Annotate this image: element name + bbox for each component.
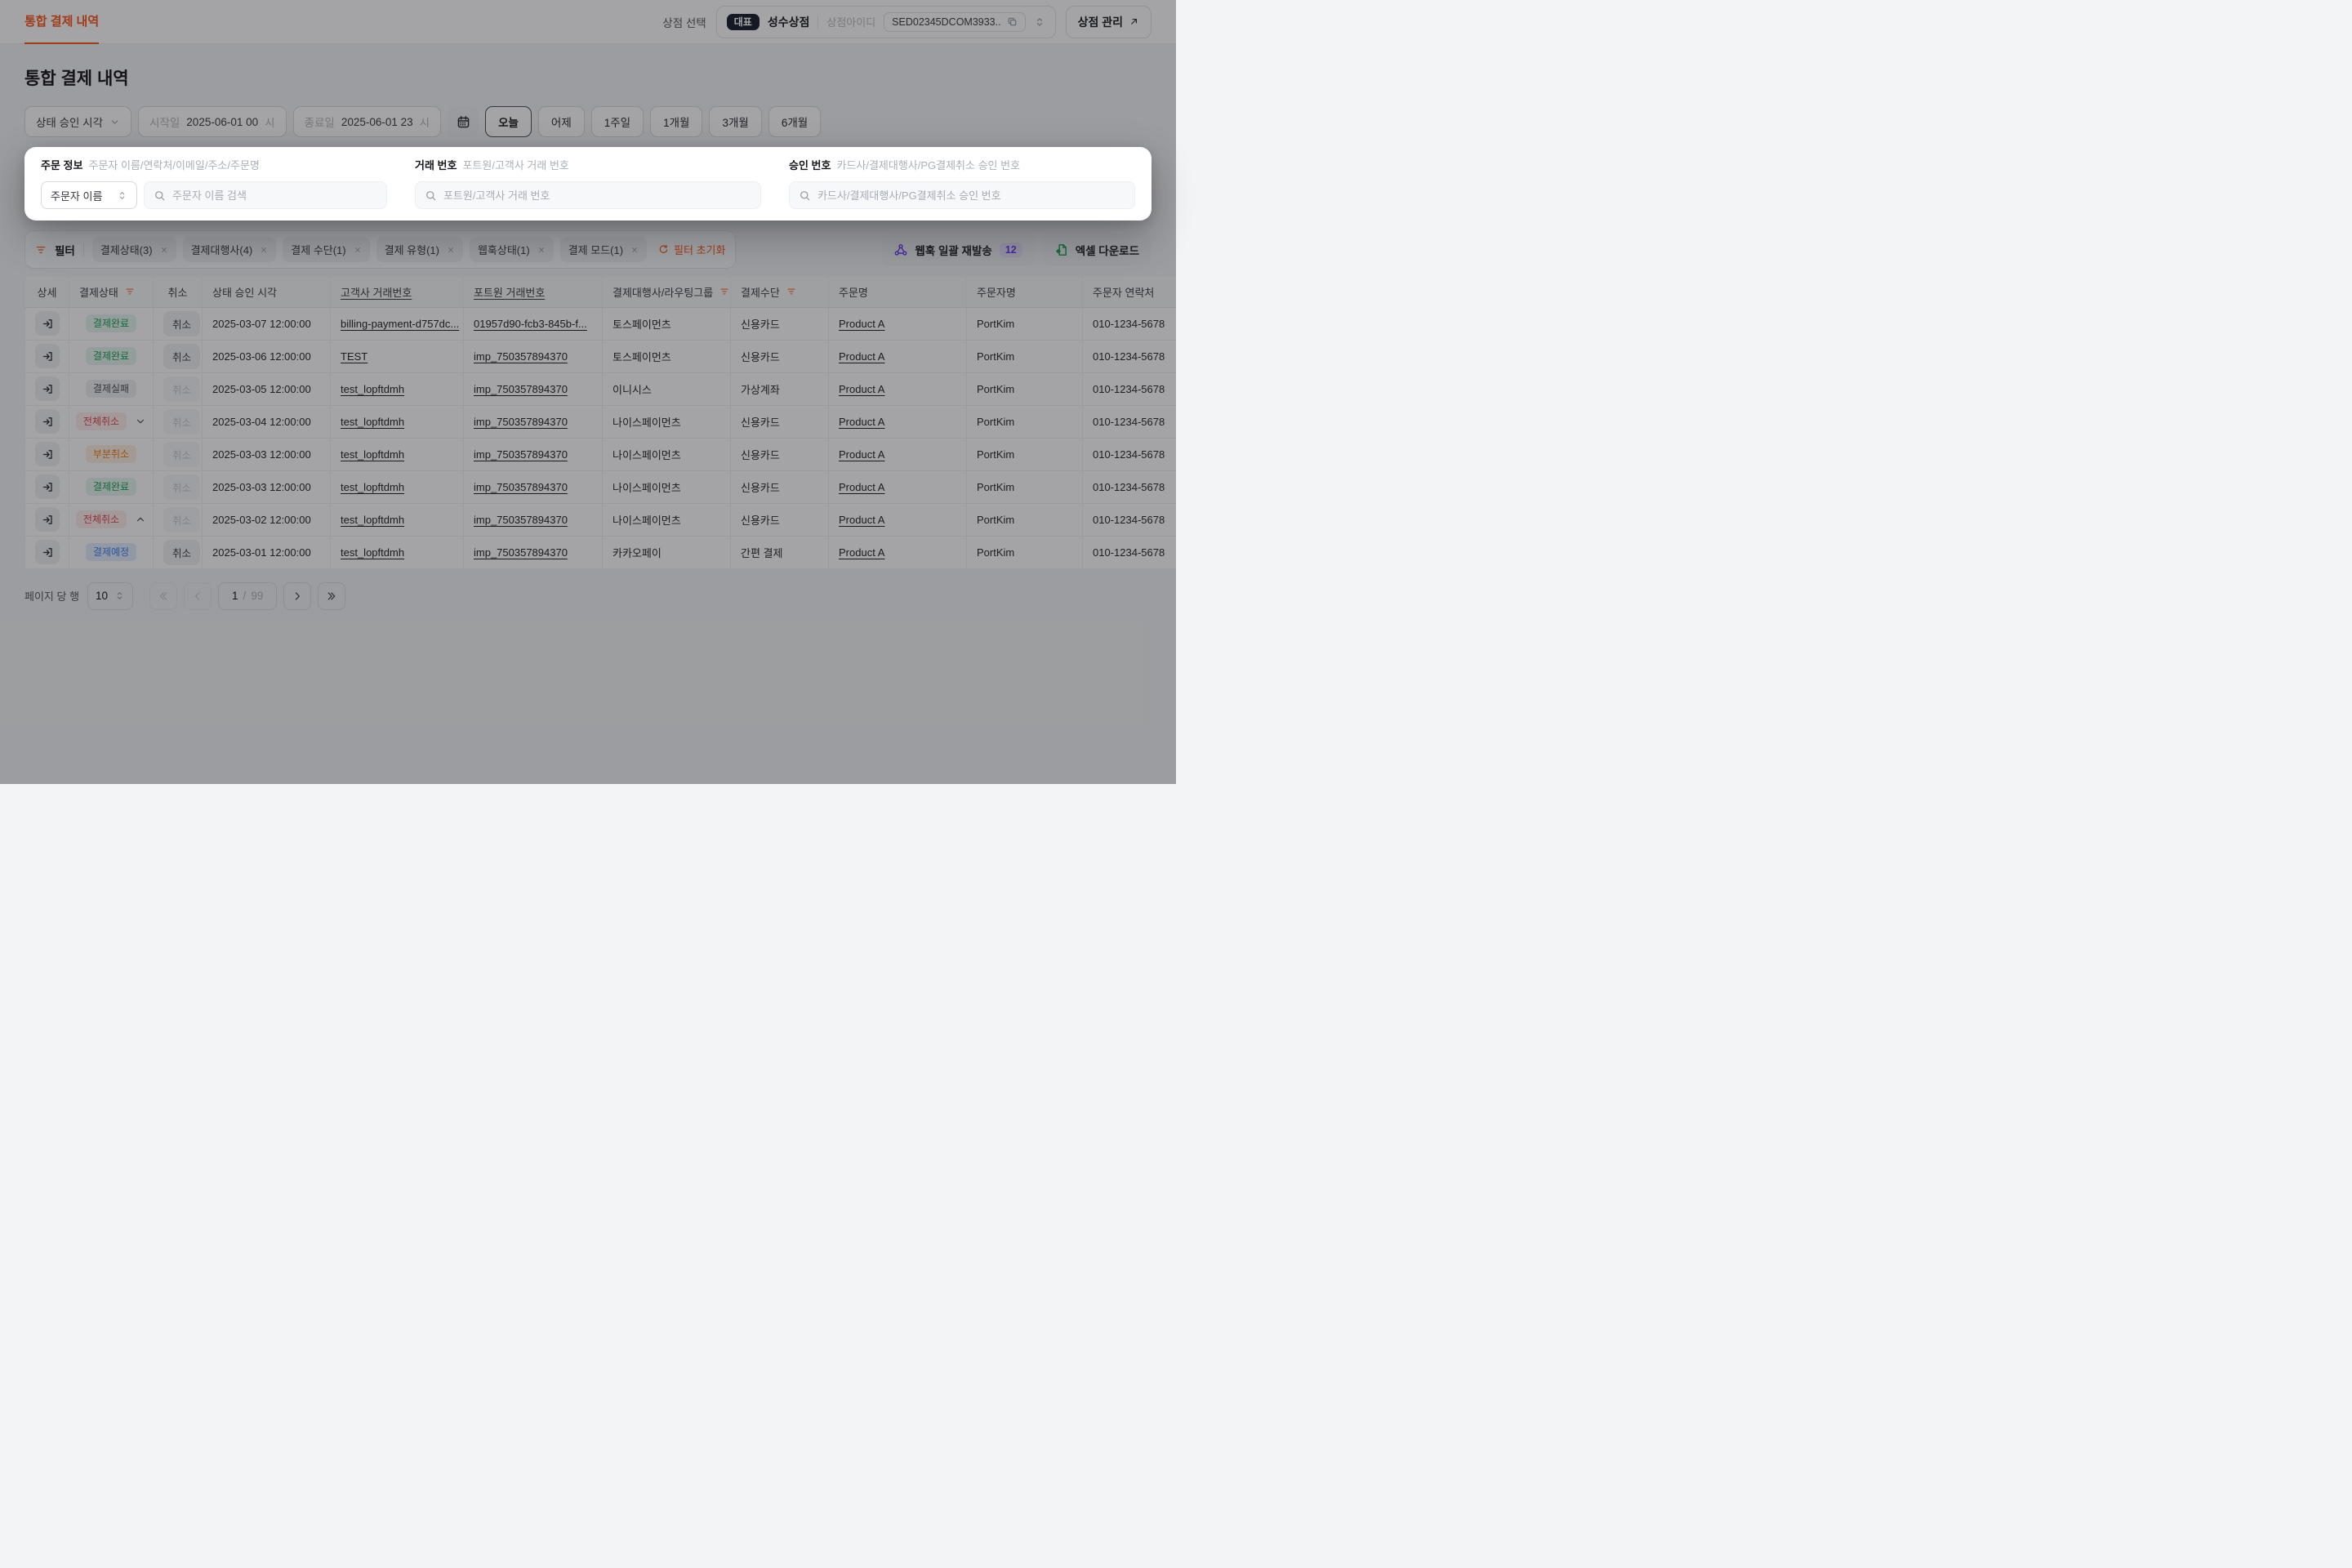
section-title: 승인 번호 [789,157,831,172]
search-section-approval: 승인 번호 카드사/결제대행사/PG결제취소 승인 번호 [789,157,1135,209]
section-hint: 카드사/결제대행사/PG결제취소 승인 번호 [836,157,1020,172]
section-title: 주문 정보 [41,157,82,172]
order-search-input[interactable] [172,189,377,202]
search-icon [425,189,437,202]
search-section-order: 주문 정보 주문자 이름/연락처/이메일/주소/주문명 주문자 이름 [41,157,387,209]
order-search-field-value: 주문자 이름 [51,188,102,203]
search-icon [799,189,811,202]
transaction-search-input[interactable] [443,189,751,202]
chevron-updown-icon [117,190,127,201]
section-hint: 주문자 이름/연락처/이메일/주소/주문명 [88,157,259,172]
search-icon [154,189,166,202]
modal-backdrop[interactable] [0,0,1176,784]
search-panel: 주문 정보 주문자 이름/연락처/이메일/주소/주문명 주문자 이름 거래 번호… [24,147,1152,220]
approval-search-input[interactable] [817,189,1125,202]
search-section-transaction: 거래 번호 포트원/고객사 거래 번호 [415,157,761,209]
section-hint: 포트원/고객사 거래 번호 [462,157,568,172]
order-search-field-select[interactable]: 주문자 이름 [41,181,137,209]
section-title: 거래 번호 [415,157,457,172]
